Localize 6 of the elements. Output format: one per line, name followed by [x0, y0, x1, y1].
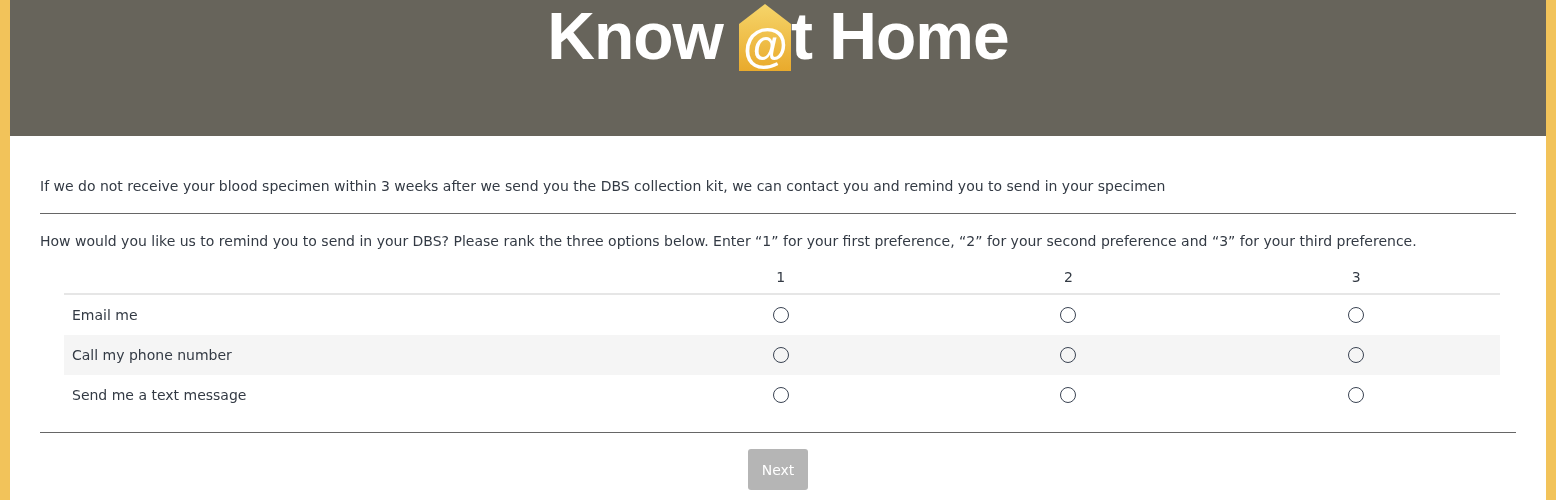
intro-text: If we do not receive your blood specimen within 3 weeks after we send you the DBS collection kit, we can contact you and remind you to send in your specimen	[40, 177, 1167, 196]
question-text: How would you like us to remind you to send in your DBS? Please rank the three options below. Enter “1” for your first preference, “2” for your second preference and “3” for your third preference.	[40, 232, 1418, 251]
logo-text: t Home	[790, 3, 1009, 71]
logo-mark: @	[742, 23, 788, 69]
option-label: Call my phone number	[64, 335, 637, 375]
logo-text: Know	[547, 3, 723, 71]
